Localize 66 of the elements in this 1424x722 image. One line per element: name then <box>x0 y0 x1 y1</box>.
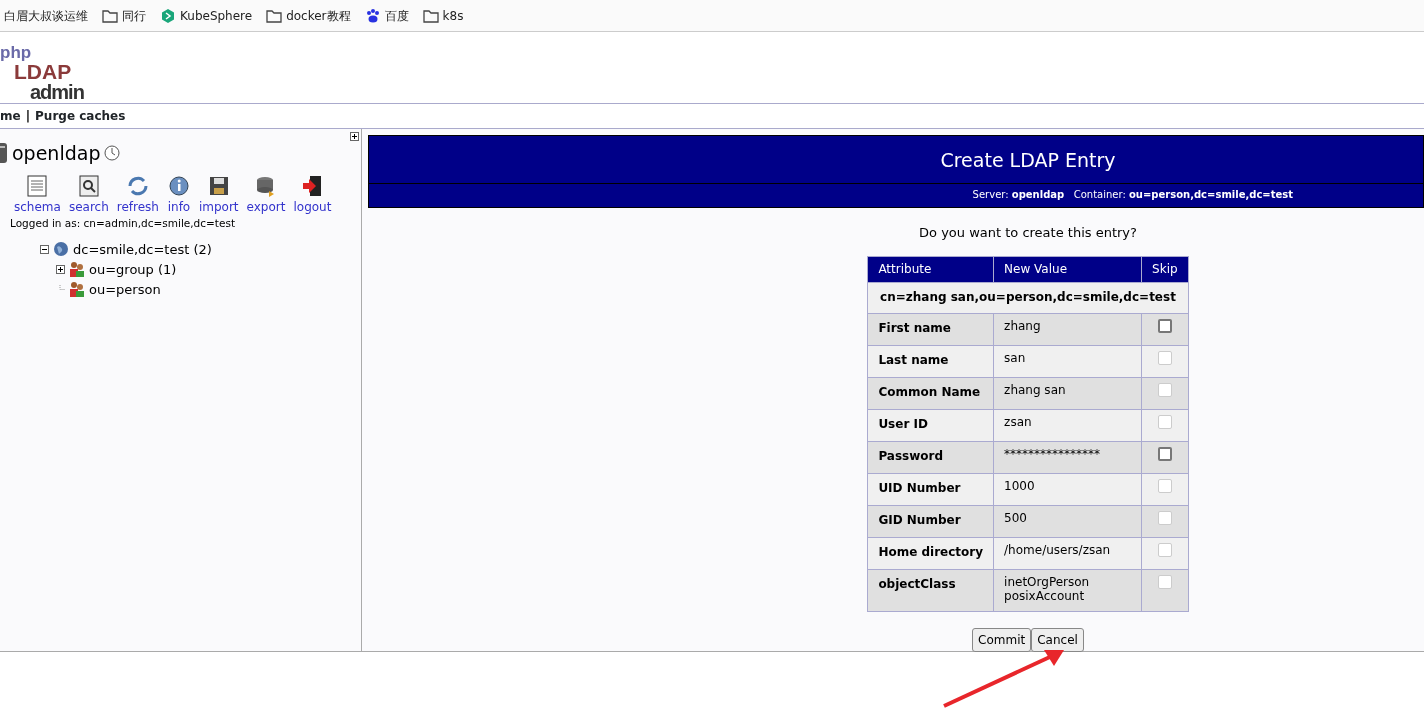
tree-node-label[interactable]: ou=person <box>89 279 161 299</box>
value-cell: /home/users/zsan <box>993 537 1142 570</box>
bookmark-link[interactable]: docker教程 <box>286 6 351 25</box>
toolbar-link[interactable]: search <box>68 197 109 216</box>
attribute-cell: Last name <box>867 345 994 378</box>
attribute-cell: Password <box>867 441 994 474</box>
paw-icon <box>364 7 381 24</box>
clock-icon <box>104 145 121 162</box>
toolbar-link[interactable]: import <box>198 197 239 216</box>
globe-icon <box>53 241 69 258</box>
expand-icon[interactable] <box>56 264 65 274</box>
toolbar-link[interactable]: refresh <box>116 197 159 216</box>
server-info-text: Server: openldap Container: ou=person,dc=smile,dc=test <box>369 182 1423 207</box>
folder-icon <box>266 7 283 24</box>
tree-node-label[interactable]: ou=group (1) <box>89 259 177 279</box>
value-cell: zhang san <box>993 377 1142 410</box>
hexagon-icon <box>160 7 176 24</box>
attribute-cell: UID Number <box>867 473 994 506</box>
attribute-cell: Home directory <box>867 537 994 570</box>
dn-cell: cn=zhang san,ou=person,dc=smile,dc=test <box>867 282 1189 314</box>
people-icon <box>69 261 85 278</box>
server-name[interactable]: openldap <box>12 139 101 168</box>
info-icon <box>166 173 191 198</box>
column-header: Skip <box>1141 256 1189 283</box>
menu-link[interactable]: me <box>0 107 21 125</box>
toolbar-link[interactable]: logout <box>293 197 332 216</box>
skip-checkbox[interactable] <box>1157 447 1172 461</box>
folder-icon <box>422 7 439 24</box>
bookmark-link[interactable]: 百度 <box>384 6 409 25</box>
logo: php LDAP admin <box>0 42 85 102</box>
toolbar-link[interactable]: schema <box>14 197 61 216</box>
value-cell: **************** <box>993 441 1142 474</box>
attribute-cell: User ID <box>867 409 994 442</box>
collapse-icon[interactable] <box>40 244 49 254</box>
magnifier-icon <box>76 173 101 198</box>
column-header: Attribute <box>867 256 994 283</box>
folder-icon <box>102 7 118 24</box>
value-cell: zsan <box>993 409 1142 442</box>
page-title: Create LDAP Entry <box>939 148 1117 173</box>
question-text: Do you want to create this entry? <box>919 223 1137 242</box>
tree-node-label[interactable]: dc=smile,dc=test (2) <box>73 239 212 259</box>
value-cell: 500 <box>993 505 1142 538</box>
attribute-cell: objectClass <box>867 569 994 612</box>
attribute-cell: GID Number <box>867 505 994 538</box>
toolbar-link[interactable]: export <box>246 197 286 216</box>
bookmark-link[interactable]: k8s <box>442 6 464 25</box>
value-cell: san <box>993 345 1142 378</box>
menu-separator: | <box>25 108 31 125</box>
column-header: New Value <box>993 256 1142 283</box>
bookmark-link[interactable]: 白眉大叔谈运维 <box>4 6 88 25</box>
logged-in-text: Logged in as: cn=admin,dc=smile,dc=test <box>10 215 236 231</box>
toolbar-link[interactable]: info <box>167 197 191 216</box>
attribute-cell: Common Name <box>867 377 994 410</box>
attribute-cell: First name <box>867 313 994 346</box>
value-cell: 1000 <box>993 473 1142 506</box>
menu-link[interactable]: Purge caches <box>35 107 126 125</box>
action-button[interactable]: Cancel <box>1031 627 1084 652</box>
value-cell: zhang <box>993 313 1142 346</box>
people-icon <box>69 281 85 298</box>
bookmark-link[interactable]: 同行 <box>122 6 146 25</box>
action-button[interactable]: Commit <box>972 627 1032 652</box>
document-icon <box>25 173 50 198</box>
skip-checkbox[interactable] <box>1157 319 1172 333</box>
expand-icon <box>350 132 359 141</box>
value-cell: inetOrgPerson posixAccount <box>993 569 1142 612</box>
bookmark-link[interactable]: KubeSphere <box>180 6 253 25</box>
